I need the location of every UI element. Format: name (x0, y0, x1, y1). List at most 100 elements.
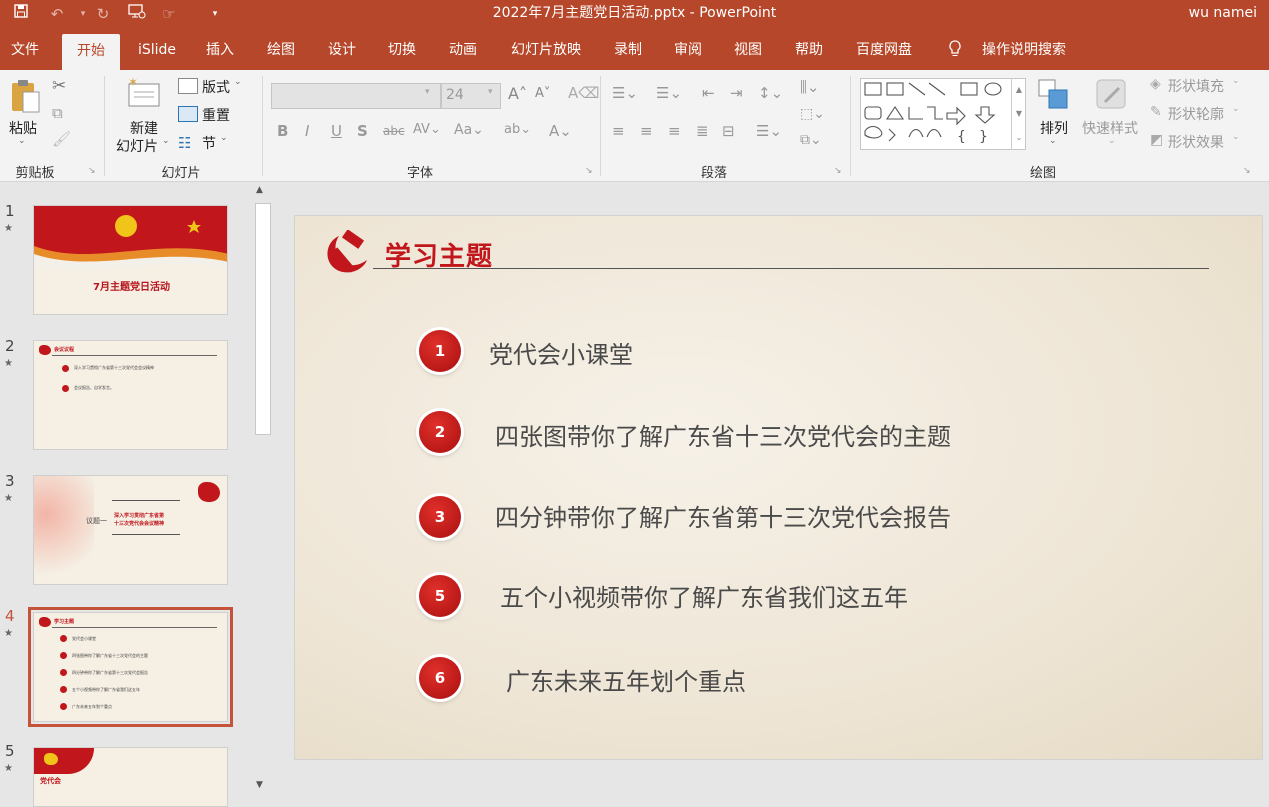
bold-icon[interactable]: B (277, 122, 288, 140)
font-name-dropdown-icon[interactable]: ▾ (425, 87, 430, 97)
text-direction-icon[interactable]: ⫼⌄ (800, 78, 819, 96)
paste-dropdown-icon[interactable]: ⌄ (18, 136, 26, 146)
quick-styles-button[interactable]: 快速样式 (1082, 118, 1138, 138)
tab-animations[interactable]: 动画 (438, 28, 488, 70)
tell-me-search[interactable]: 操作说明搜索 (976, 28, 1072, 70)
quick-styles-icon[interactable] (1094, 78, 1130, 114)
thumbnail-scrollbar[interactable]: ▲ ▼ (253, 183, 273, 796)
new-slide-dropdown-icon[interactable]: ⌄ (162, 136, 170, 146)
align-text-icon[interactable]: ⬚⌄ (800, 106, 825, 122)
agenda-item[interactable]: 党代会小课堂 (489, 335, 633, 370)
scroll-down-icon[interactable]: ▼ (256, 780, 263, 790)
shape-outline-button[interactable]: 形状轮廓 (1168, 104, 1224, 124)
slide-canvas[interactable]: 学习主题 1 党代会小课堂 2 四张图带你了解广东省十三次党代会的主题 3 四分… (294, 215, 1263, 760)
align-center-icon[interactable]: ≡ (640, 122, 653, 140)
shape-effects-dropdown-icon[interactable]: ⌄ (1232, 132, 1240, 142)
tab-insert[interactable]: 插入 (196, 28, 244, 70)
decrease-font-size-icon[interactable]: A˅ (535, 86, 550, 101)
strikethrough-icon[interactable]: abc (383, 124, 405, 138)
increase-font-size-icon[interactable]: A˄ (508, 84, 527, 103)
scroll-up-icon[interactable]: ▲ (256, 185, 263, 195)
shape-outline-icon[interactable]: ✎ (1150, 104, 1162, 120)
new-slide-button[interactable]: 新建 (130, 118, 158, 138)
agenda-item[interactable]: 广东未来五年划个重点 (506, 662, 746, 697)
copy-icon[interactable]: ⧉ (52, 104, 63, 122)
user-name[interactable]: wu namei (1189, 0, 1257, 26)
tab-draw[interactable]: 绘图 (256, 28, 306, 70)
slide-thumbnail-pane[interactable]: 1 ★ 7月主题党日活动 2 ★ 会议议程 深入学习贯彻广东省第十三次党代会会议… (0, 183, 275, 807)
slide-thumbnail-3[interactable]: 议题一 深入学习贯彻广东省第 十三次党代会会议精神 (33, 475, 228, 585)
clipboard-launcher-icon[interactable]: ↘ (88, 166, 96, 176)
decrease-indent-icon[interactable]: ⇤ (702, 84, 715, 102)
arrange-dropdown-icon[interactable]: ⌄ (1049, 136, 1057, 146)
layout-dropdown-icon[interactable]: ⌄ (234, 77, 242, 87)
tab-baidu-netdisk[interactable]: 百度网盘 (846, 28, 922, 70)
agenda-item[interactable]: 五个小视频带你了解广东省我们这五年 (500, 578, 908, 613)
section-dropdown-icon[interactable]: ⌄ (220, 133, 228, 143)
shapes-gallery[interactable]: {} (860, 78, 1026, 150)
new-slide-button-label[interactable]: 幻灯片 (116, 136, 158, 156)
drawing-launcher-icon[interactable]: ↘ (1243, 166, 1251, 176)
italic-icon[interactable]: I (305, 122, 309, 140)
distribute-icon[interactable]: ⊟ (722, 122, 735, 140)
underline-icon[interactable]: U (331, 122, 342, 140)
shape-outline-dropdown-icon[interactable]: ⌄ (1232, 104, 1240, 114)
scrollbar-thumb[interactable] (255, 203, 271, 435)
format-painter-icon[interactable]: 🖌 (52, 130, 71, 148)
justify-icon[interactable]: ≣ (696, 122, 709, 140)
increase-indent-icon[interactable]: ⇥ (730, 84, 743, 102)
font-size-dropdown-icon[interactable]: ▾ (488, 87, 493, 97)
reset-button[interactable]: 重置 (202, 105, 230, 125)
tab-help[interactable]: 帮助 (784, 28, 834, 70)
bullets-icon[interactable]: ☰⌄ (612, 84, 638, 102)
layout-button[interactable]: 版式 (202, 77, 230, 97)
shapes-gallery-scroll[interactable]: ▲ ▼ ⌄ (1011, 78, 1026, 150)
text-shadow-icon[interactable]: S (357, 122, 368, 140)
tab-record[interactable]: 录制 (604, 28, 652, 70)
paste-icon[interactable] (8, 78, 42, 118)
agenda-item[interactable]: 四分钟带你了解广东省第十三次党代会报告 (495, 498, 951, 533)
section-icon[interactable]: ☷ (178, 134, 191, 152)
tab-design[interactable]: 设计 (318, 28, 366, 70)
smartart-icon[interactable]: ⧉⌄ (800, 132, 822, 148)
tab-file[interactable]: 文件 (0, 28, 50, 70)
slide-thumbnail-4[interactable]: 学习主题 党代会小课堂 四张图带你了解广东省十三次党代会的主题 四分钟带你了解广… (28, 607, 233, 727)
font-color-icon[interactable]: A⌄ (549, 122, 572, 140)
shape-fill-icon[interactable]: ◈ (1150, 76, 1161, 92)
tab-home[interactable]: 开始 (62, 34, 120, 70)
paragraph-launcher-icon[interactable]: ↘ (834, 166, 842, 176)
clear-formatting-icon[interactable]: A⌫ (568, 84, 599, 102)
slide-thumbnail-5[interactable]: 党代会 (33, 747, 228, 807)
agenda-item[interactable]: 四张图带你了解广东省十三次党代会的主题 (495, 417, 951, 452)
shape-fill-dropdown-icon[interactable]: ⌄ (1232, 76, 1240, 86)
numbering-icon[interactable]: ☰⌄ (656, 84, 682, 102)
quick-styles-dropdown-icon[interactable]: ⌄ (1108, 136, 1116, 146)
section-button[interactable]: 节 (202, 133, 216, 153)
columns-icon[interactable]: ☰⌄ (756, 122, 782, 140)
align-right-icon[interactable]: ≡ (668, 122, 681, 140)
tab-islide[interactable]: iSlide (130, 28, 184, 70)
line-spacing-icon[interactable]: ↕⌄ (758, 84, 783, 102)
shape-fill-button[interactable]: 形状填充 (1168, 76, 1224, 96)
tab-transitions[interactable]: 切换 (378, 28, 426, 70)
shape-effects-button[interactable]: 形状效果 (1168, 132, 1224, 152)
arrange-icon[interactable] (1036, 78, 1072, 114)
tab-view[interactable]: 视图 (724, 28, 772, 70)
layout-icon[interactable] (178, 78, 198, 94)
arrange-button[interactable]: 排列 (1040, 118, 1068, 138)
reset-icon[interactable] (178, 106, 198, 122)
slide-thumbnail-2[interactable]: 会议议程 深入学习贯彻广东省第十三次党代会会议精神 会议报告、自学发言。 (33, 340, 228, 450)
new-slide-icon[interactable]: ✶ (124, 75, 164, 112)
lightbulb-icon[interactable] (944, 28, 966, 70)
tab-review[interactable]: 审阅 (664, 28, 712, 70)
paste-button[interactable]: 粘贴 (9, 118, 37, 138)
tab-slideshow[interactable]: 幻灯片放映 (500, 28, 592, 70)
align-left-icon[interactable]: ≡ (612, 122, 625, 140)
font-launcher-icon[interactable]: ↘ (585, 166, 593, 176)
cut-icon[interactable]: ✂ (52, 76, 66, 96)
character-spacing-icon[interactable]: AV⌄ (413, 122, 441, 137)
highlight-color-icon[interactable]: ab⌄ (504, 122, 531, 137)
slide-thumbnail-1[interactable]: 7月主题党日活动 (33, 205, 228, 315)
shape-effects-icon[interactable]: ◩ (1150, 132, 1163, 148)
change-case-icon[interactable]: Aa⌄ (454, 122, 484, 138)
